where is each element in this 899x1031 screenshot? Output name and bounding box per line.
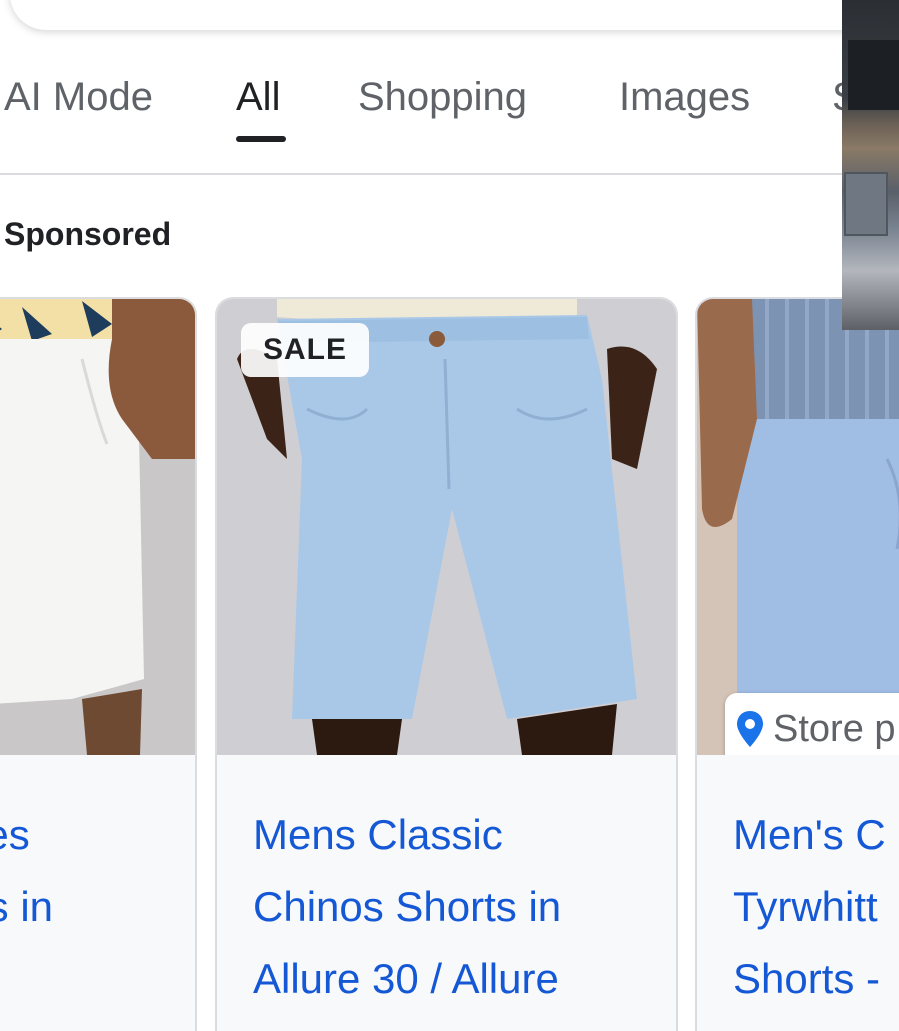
overlay-drawer-shape xyxy=(844,172,888,236)
product-title-line[interactable]: Shorts - xyxy=(733,943,899,1015)
picture-in-picture-overlay[interactable] xyxy=(842,0,899,330)
product-title[interactable]: nes rts in xyxy=(0,799,195,943)
product-title-line[interactable]: Chinos Shorts in xyxy=(253,871,676,943)
product-image[interactable]: Store p xyxy=(697,299,899,755)
product-title-line[interactable]: Tyrwhitt xyxy=(733,871,899,943)
light-blue-shorts-image xyxy=(697,299,899,755)
product-title-line[interactable]: rts in xyxy=(0,871,195,943)
product-title-line[interactable]: Men's C xyxy=(733,799,899,871)
map-pin-icon xyxy=(737,711,763,747)
product-title[interactable]: Men's C Tyrwhitt Shorts - xyxy=(733,799,899,1015)
product-title-line[interactable]: Mens Classic xyxy=(253,799,676,871)
tab-shopping[interactable]: Shopping xyxy=(358,75,527,120)
tab-ai-mode[interactable]: AI Mode xyxy=(4,75,153,120)
product-title-line[interactable]: nes xyxy=(0,799,195,871)
product-title-line[interactable]: Allure 30 / Allure xyxy=(253,943,676,1015)
sale-badge: SALE xyxy=(241,323,370,377)
tabs-divider xyxy=(0,173,899,175)
product-card[interactable]: nes rts in xyxy=(0,297,197,1031)
product-title[interactable]: Mens Classic Chinos Shorts in Allure 30 … xyxy=(253,799,676,1015)
product-card[interactable]: SALE Mens Classic Chinos Shorts in Allur… xyxy=(215,297,678,1031)
overlay-tv-shape xyxy=(848,40,899,110)
sponsored-label: Sponsored xyxy=(4,216,172,252)
search-tabs: AI Mode All Shopping Images S xyxy=(0,60,899,176)
store-pickup-tag: Store p xyxy=(725,693,899,755)
search-box[interactable] xyxy=(10,0,890,30)
active-tab-indicator xyxy=(236,136,286,142)
store-pickup-text: Store p xyxy=(773,707,896,750)
tab-images[interactable]: Images xyxy=(619,75,750,120)
white-shorts-image xyxy=(0,299,195,755)
product-image[interactable] xyxy=(0,299,195,755)
tab-all[interactable]: All xyxy=(236,75,280,120)
search-results-page: AI Mode All Shopping Images S Sponsored xyxy=(0,0,899,1031)
product-image[interactable]: SALE xyxy=(217,299,676,755)
product-card[interactable]: Store p Men's C Tyrwhitt Shorts - xyxy=(695,297,899,1031)
